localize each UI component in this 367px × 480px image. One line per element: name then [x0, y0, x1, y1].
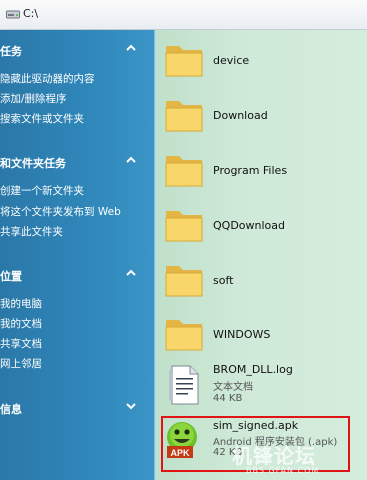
place-link-network[interactable]: 网上邻居: [0, 356, 42, 371]
file-size: 44 KB: [213, 393, 243, 404]
file-item-qqdownload[interactable]: QQDownload: [156, 199, 367, 251]
task-link-publish-web[interactable]: 将这个文件夹发布到 Web: [0, 204, 121, 219]
task-pane: 任务 隐藏此驱动器的内容 添加/删除程序 搜索文件或文件夹 和文件夹任务 创建一…: [0, 30, 154, 480]
watermark-text: 机锋论坛: [232, 444, 316, 468]
task-link-add-remove[interactable]: 添加/删除程序: [0, 91, 67, 106]
section-title: 任务: [0, 45, 22, 58]
file-type: 文本文档: [213, 382, 253, 393]
file-name: device: [213, 54, 250, 67]
drive-icon: [6, 10, 20, 19]
chevron-up-icon[interactable]: [126, 155, 136, 165]
folder-icon: [165, 266, 203, 297]
place-link-my-documents[interactable]: 我的文档: [0, 316, 42, 331]
section-title: 位置: [0, 270, 22, 283]
file-item-brom-dll-log[interactable]: BROM_DLL.log 文本文档 44 KB: [156, 360, 367, 412]
task-link-new-folder[interactable]: 创建一个新文件夹: [0, 183, 84, 198]
chevron-up-icon[interactable]: [126, 268, 136, 278]
file-item-windows[interactable]: WINDOWS: [156, 308, 367, 360]
folder-icon: [165, 211, 203, 242]
file-item-soft[interactable]: soft: [156, 254, 367, 306]
address-bar[interactable]: C:\: [0, 0, 367, 30]
places-section-header[interactable]: 位置: [0, 263, 154, 285]
folder-icon: [165, 156, 203, 187]
file-list: device Download Program Files QQDownload…: [156, 30, 367, 480]
file-name: soft: [213, 274, 234, 287]
folder-section-header[interactable]: 和文件夹任务: [0, 150, 154, 172]
place-link-shared-documents[interactable]: 共享文档: [0, 336, 42, 351]
folder-icon: [165, 320, 203, 351]
text-document-icon: [169, 365, 199, 405]
file-name: WINDOWS: [213, 328, 271, 341]
file-name: BROM_DLL.log: [213, 363, 293, 376]
file-name: Program Files: [213, 164, 288, 177]
task-link-hide-drive[interactable]: 隐藏此驱动器的内容: [0, 71, 95, 86]
address-path: C:\: [23, 7, 39, 20]
section-title: 信息: [0, 403, 22, 416]
watermark-url: BBS.GFAN.COM: [246, 466, 320, 475]
file-item-program-files[interactable]: Program Files: [156, 144, 367, 196]
chevron-down-icon[interactable]: [126, 401, 136, 411]
details-section-header[interactable]: 信息: [0, 396, 154, 418]
chevron-up-icon[interactable]: [126, 43, 136, 53]
section-title: 和文件夹任务: [0, 157, 66, 170]
folder-icon: [165, 46, 203, 77]
task-section-header[interactable]: 任务: [0, 38, 154, 60]
place-link-my-computer[interactable]: 我的电脑: [0, 296, 42, 311]
file-item-device[interactable]: device: [156, 34, 367, 86]
file-name: Download: [213, 109, 268, 122]
folder-icon: [165, 101, 203, 132]
task-link-search[interactable]: 搜索文件或文件夹: [0, 111, 84, 126]
file-item-download[interactable]: Download: [156, 89, 367, 141]
task-link-share-folder[interactable]: 共享此文件夹: [0, 224, 63, 239]
file-name: QQDownload: [213, 219, 285, 232]
